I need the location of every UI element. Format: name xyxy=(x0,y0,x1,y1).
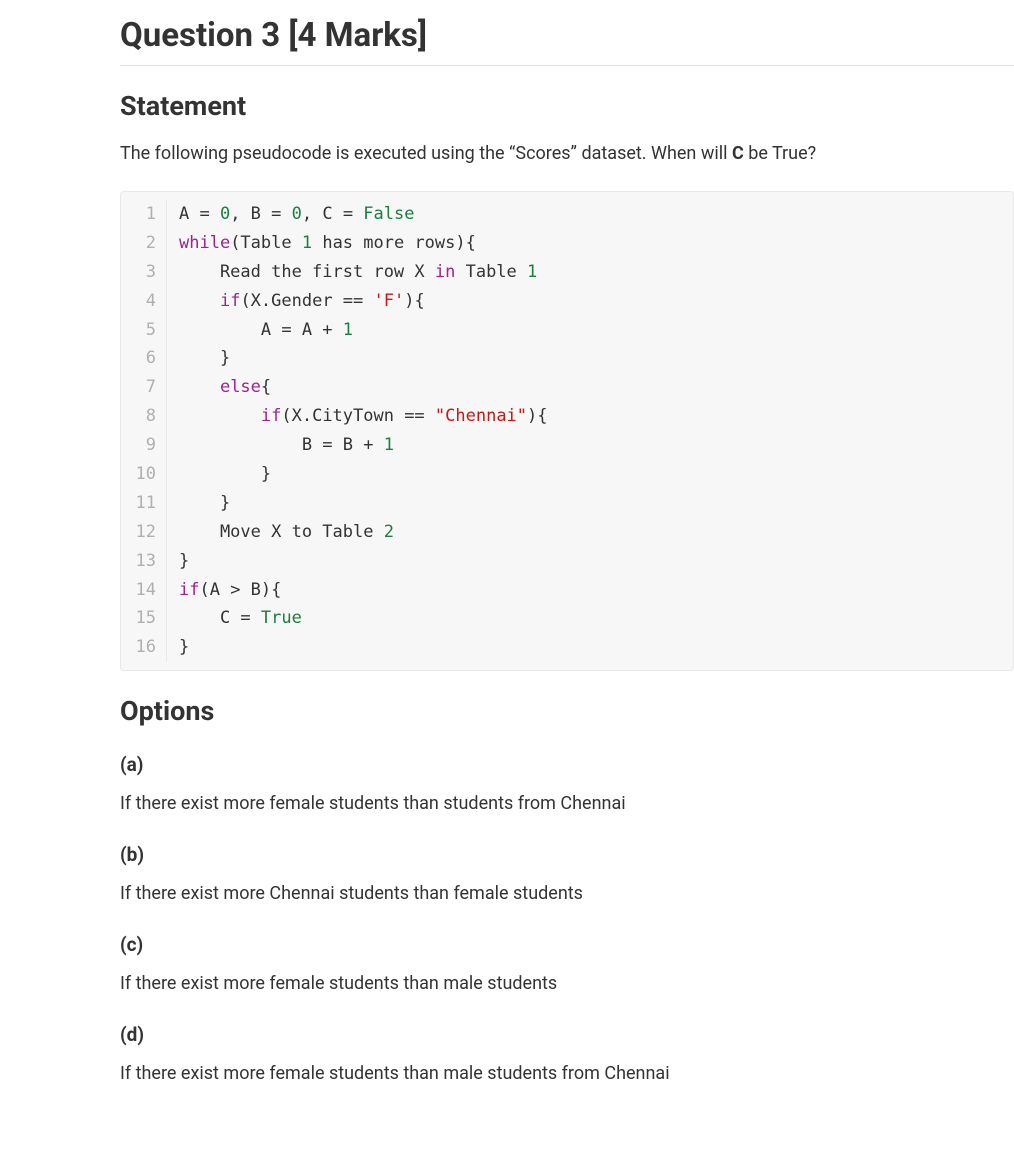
code-line: 13} xyxy=(121,547,1013,576)
options-heading: Options xyxy=(120,695,1014,727)
code-line: 7 else{ xyxy=(121,373,1013,402)
code-line: 4 if(X.Gender == 'F'){ xyxy=(121,287,1013,316)
statement-heading: Statement xyxy=(120,90,1014,122)
code-line: 1 A = 0, B = 0, C = False xyxy=(121,200,1013,229)
line-number: 16 xyxy=(121,633,167,662)
option-text: If there exist more female students than… xyxy=(120,970,1014,997)
option-label: (c) xyxy=(120,933,1014,956)
code-line: 15 C = True xyxy=(121,604,1013,633)
statement-text-pre: The following pseudocode is executed usi… xyxy=(120,143,732,164)
code-content: } xyxy=(179,489,230,518)
line-number: 10 xyxy=(121,460,167,489)
option-text: If there exist more female students than… xyxy=(120,1060,1014,1087)
code-content: while(Table 1 has more rows){ xyxy=(179,229,476,258)
code-line: 14 if(A > B){ xyxy=(121,576,1013,605)
line-number: 2 xyxy=(121,229,167,258)
code-content: Move X to Table 2 xyxy=(179,518,394,547)
question-title: Question 3 [4 Marks] xyxy=(120,16,1014,66)
line-number: 4 xyxy=(121,287,167,316)
statement-text: The following pseudocode is executed usi… xyxy=(120,140,1014,167)
code-block: 1 A = 0, B = 0, C = False 2 while(Table 1 h… xyxy=(120,191,1014,671)
code-content: } xyxy=(179,633,189,662)
option-label: (d) xyxy=(120,1023,1014,1046)
code-content: A = 0, B = 0, C = False xyxy=(179,200,414,229)
code-content: if(X.Gender == 'F'){ xyxy=(179,287,425,316)
option-label: (b) xyxy=(120,843,1014,866)
option-text: If there exist more female students than… xyxy=(120,790,1014,817)
line-number: 9 xyxy=(121,431,167,460)
code-line: 16} xyxy=(121,633,1013,662)
statement-text-post: be True? xyxy=(744,143,816,164)
line-number: 7 xyxy=(121,373,167,402)
code-line: 8 if(X.CityTown == "Chennai"){ xyxy=(121,402,1013,431)
line-number: 3 xyxy=(121,258,167,287)
line-number: 5 xyxy=(121,316,167,345)
code-line: 10 } xyxy=(121,460,1013,489)
options-container: (a) If there exist more female students t… xyxy=(120,753,1014,1087)
option-label: (a) xyxy=(120,753,1014,776)
code-content: } xyxy=(179,344,230,373)
code-content: C = True xyxy=(179,604,302,633)
line-number: 15 xyxy=(121,604,167,633)
code-content: if(X.CityTown == "Chennai"){ xyxy=(179,402,548,431)
code-line: 9 B = B + 1 xyxy=(121,431,1013,460)
line-number: 8 xyxy=(121,402,167,431)
code-line: 12 Move X to Table 2 xyxy=(121,518,1013,547)
code-line: 2 while(Table 1 has more rows){ xyxy=(121,229,1013,258)
code-line: 11 } xyxy=(121,489,1013,518)
code-content: A = A + 1 xyxy=(179,316,353,345)
code-line: 3 Read the first row X in Table 1 xyxy=(121,258,1013,287)
line-number: 13 xyxy=(121,547,167,576)
statement-text-bold: C xyxy=(732,143,744,164)
option-text: If there exist more Chennai students tha… xyxy=(120,880,1014,907)
code-content: B = B + 1 xyxy=(179,431,394,460)
code-line: 6 } xyxy=(121,344,1013,373)
code-line: 5 A = A + 1 xyxy=(121,316,1013,345)
code-content: Read the first row X in Table 1 xyxy=(179,258,537,287)
code-content: } xyxy=(179,460,271,489)
code-content: else{ xyxy=(179,373,271,402)
line-number: 14 xyxy=(121,576,167,605)
line-number: 12 xyxy=(121,518,167,547)
line-number: 6 xyxy=(121,344,167,373)
line-number: 1 xyxy=(121,200,167,229)
code-content: if(A > B){ xyxy=(179,576,281,605)
document-container: Question 3 [4 Marks] Statement The follo… xyxy=(0,16,1014,1087)
code-content: } xyxy=(179,547,189,576)
line-number: 11 xyxy=(121,489,167,518)
